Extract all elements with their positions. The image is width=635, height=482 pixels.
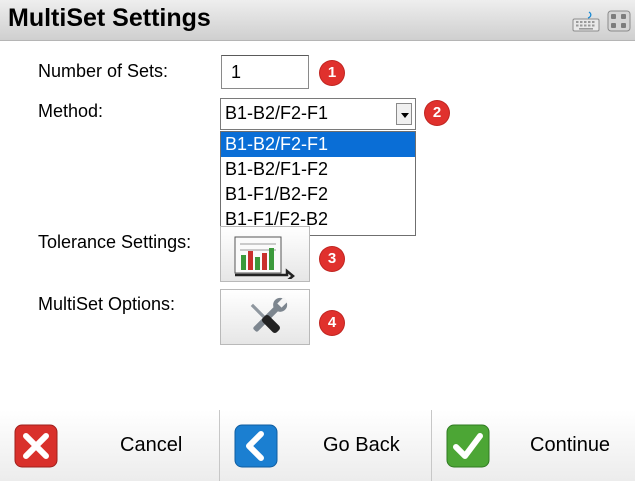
continue-label: Continue [530,434,611,456]
cancel-button[interactable]: Cancel [0,410,219,481]
cancel-label: Cancel [120,434,183,456]
multiset-options-button[interactable] [220,289,310,345]
method-option[interactable]: B1-F1/B2-F2 [221,182,415,207]
title-bar: MultiSet Settings [0,0,635,41]
step-badge-2: 2 [425,101,449,125]
step-badge-3: 3 [320,247,344,271]
bar-chart-icon [234,236,295,279]
step-badge-4: 4 [320,311,344,335]
number-of-sets-label: Number of Sets: [38,61,169,81]
go-back-label: Go Back [323,434,400,456]
chevron-down-icon[interactable] [396,103,412,125]
method-select[interactable]: B1-B2/F2-F1 [220,98,416,130]
tolerance-settings-button[interactable] [220,226,310,282]
number-of-sets-input[interactable]: 1 [221,55,309,89]
continue-button[interactable]: Continue [432,410,635,481]
method-option[interactable]: B1-B2/F1-F2 [221,157,415,182]
blue-chevron-left-icon [234,424,278,468]
method-label: Method: [38,101,104,121]
red-x-icon [14,424,58,468]
wrench-screwdriver-icon [250,297,288,333]
keyboard-icon[interactable] [571,10,601,32]
green-check-icon [446,424,490,468]
multiset-options-label: MultiSet Options: [38,294,176,314]
window-title: MultiSet Settings [8,4,211,32]
method-selected-value: B1-B2/F2-F1 [225,103,329,123]
method-dropdown-list: B1-B2/F2-F1 B1-B2/F1-F2 B1-F1/B2-F2 B1-F… [220,131,416,236]
go-back-button[interactable]: Go Back [220,410,431,481]
grid-icon[interactable] [607,10,631,32]
step-badge-1: 1 [320,61,344,85]
method-option[interactable]: B1-B2/F2-F1 [221,132,415,157]
tolerance-settings-label: Tolerance Settings: [38,232,192,252]
